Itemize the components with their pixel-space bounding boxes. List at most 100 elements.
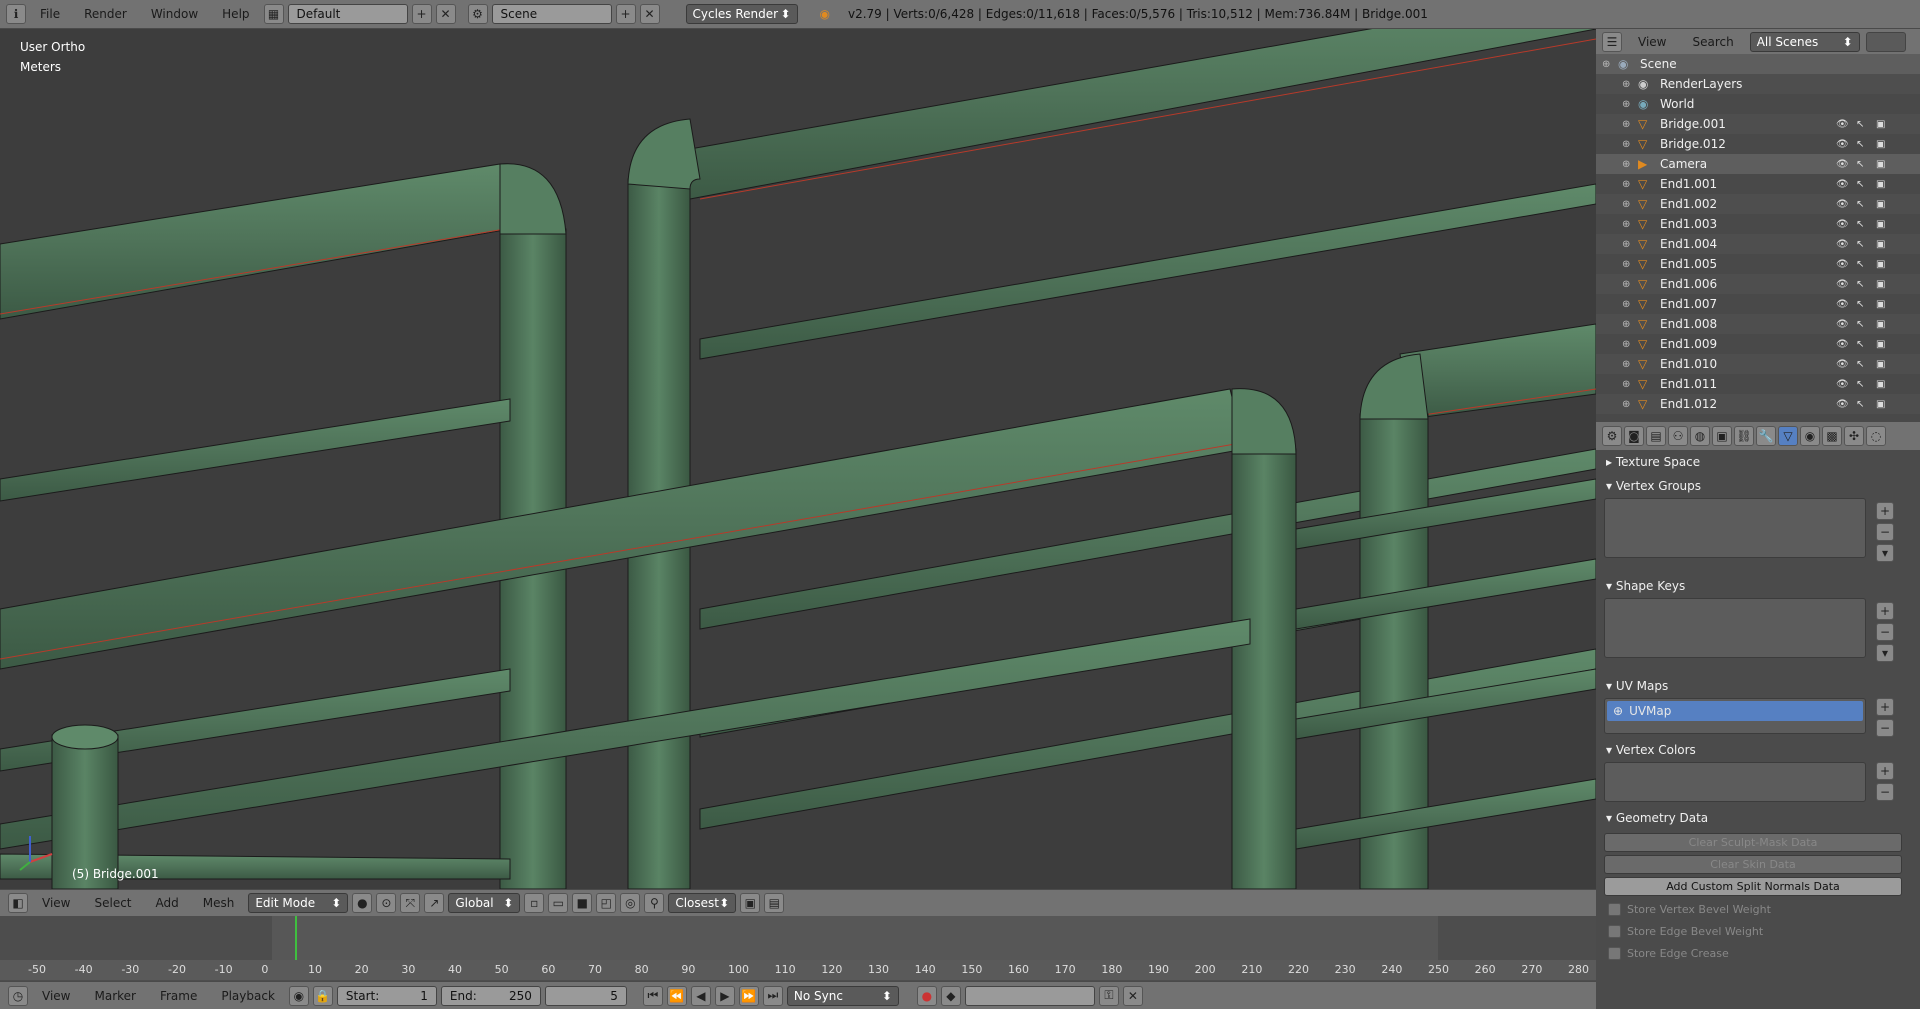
cursor-icon[interactable]: ↖: [1856, 219, 1864, 230]
shading-icon[interactable]: ●: [352, 893, 373, 913]
expand-icon[interactable]: ⊕: [1622, 299, 1630, 310]
cursor-icon[interactable]: ↖: [1856, 279, 1864, 290]
add-split-normals-button[interactable]: Add Custom Split Normals Data: [1604, 877, 1902, 896]
tab-constraints-icon[interactable]: ⛓: [1734, 426, 1754, 446]
sync-select[interactable]: No Sync ⬍: [786, 985, 899, 1006]
menu-file[interactable]: File: [30, 3, 70, 25]
properties-editor-icon[interactable]: ⚙: [1602, 426, 1622, 446]
outliner-row[interactable]: ⊕ ▽ Bridge.001 👁 ↖ ▣: [1596, 114, 1920, 134]
eye-icon[interactable]: 👁: [1836, 279, 1849, 290]
expand-icon[interactable]: ⊕: [1622, 219, 1630, 230]
eye-icon[interactable]: 👁: [1836, 219, 1849, 230]
render-icon[interactable]: ▣: [1876, 279, 1885, 290]
jump-end-icon[interactable]: ⏭: [762, 985, 783, 1006]
cursor-icon[interactable]: ↖: [1856, 159, 1864, 170]
outliner-row[interactable]: ⊕ ▽ End1.004 👁 ↖ ▣: [1596, 234, 1920, 254]
outliner-search-field[interactable]: [1865, 31, 1906, 52]
tab-world-icon[interactable]: ◍: [1690, 426, 1710, 446]
outliner-row[interactable]: ⊕ ▽ End1.009 👁 ↖ ▣: [1596, 334, 1920, 354]
eye-icon[interactable]: 👁: [1836, 199, 1849, 210]
eye-icon[interactable]: 👁: [1836, 159, 1849, 170]
tab-texture-icon[interactable]: ▩: [1822, 426, 1842, 446]
info-editor-icon[interactable]: ℹ: [6, 4, 26, 24]
outliner-item-label[interactable]: End1.006: [1660, 277, 1717, 291]
panel-geometry-data[interactable]: ▾ Geometry Data: [1596, 806, 1920, 830]
tab-physics-icon[interactable]: ◌: [1866, 426, 1886, 446]
add-vertex-color-button[interactable]: +: [1876, 762, 1894, 780]
eye-icon[interactable]: 👁: [1836, 299, 1849, 310]
expand-icon[interactable]: ⊕: [1622, 319, 1630, 330]
tab-material-icon[interactable]: ◉: [1800, 426, 1820, 446]
camera-view-icon[interactable]: ▤: [764, 893, 785, 913]
outliner-row[interactable]: ⊕ ▽ End1.001 👁 ↖ ▣: [1596, 174, 1920, 194]
expand-icon[interactable]: ⊕: [1622, 179, 1630, 190]
outliner-row[interactable]: ⊕ ▽ End1.012 👁 ↖ ▣: [1596, 394, 1920, 414]
eye-icon[interactable]: 👁: [1836, 379, 1849, 390]
outliner-row[interactable]: ⊕ ▽ End1.011 👁 ↖ ▣: [1596, 374, 1920, 394]
vertex-groups-list[interactable]: [1604, 498, 1866, 558]
play-reverse-icon[interactable]: ◀: [690, 985, 711, 1006]
eye-icon[interactable]: 👁: [1836, 399, 1849, 410]
render-icon[interactable]: ▣: [1876, 319, 1885, 330]
delete-key-icon[interactable]: ✕: [1122, 985, 1143, 1006]
edge-select-icon[interactable]: ▭: [548, 893, 569, 913]
eye-icon[interactable]: 👁: [1836, 139, 1849, 150]
render-preview-icon[interactable]: ▣: [740, 893, 761, 913]
render-icon[interactable]: ▣: [1876, 399, 1885, 410]
render-icon[interactable]: ▣: [1876, 299, 1885, 310]
translate-icon[interactable]: ↗: [424, 893, 445, 913]
panel-uv-maps[interactable]: ▾ UV Maps: [1596, 674, 1920, 698]
outliner-item-label[interactable]: End1.003: [1660, 217, 1717, 231]
remove-layout-icon[interactable]: ✕: [435, 4, 456, 24]
expand-icon[interactable]: ⊕: [1622, 159, 1630, 170]
remove-vertex-group-button[interactable]: −: [1876, 523, 1894, 541]
store-edge-bevel-checkbox[interactable]: Store Edge Bevel Weight: [1608, 922, 1920, 940]
layout-field[interactable]: Default: [287, 4, 408, 24]
outliner-menu-view[interactable]: View: [1628, 31, 1676, 53]
outliner-row[interactable]: ⊕ ▶ Camera 👁 ↖ ▣: [1596, 154, 1920, 174]
cursor-icon[interactable]: ↖: [1856, 399, 1864, 410]
outliner-row[interactable]: ⊕ ▽ End1.007 👁 ↖ ▣: [1596, 294, 1920, 314]
keying-set-field[interactable]: [964, 985, 1095, 1006]
cursor-icon[interactable]: ↖: [1856, 359, 1864, 370]
current-frame-marker[interactable]: [294, 916, 297, 960]
tab-particles-icon[interactable]: ✣: [1844, 426, 1864, 446]
insert-key-icon[interactable]: ⚿: [1098, 985, 1119, 1006]
render-icon[interactable]: ▣: [1876, 259, 1885, 270]
snap-target-select[interactable]: Closest ⬍: [668, 893, 737, 913]
add-vertex-group-button[interactable]: +: [1876, 502, 1894, 520]
render-icon[interactable]: ▣: [1876, 139, 1885, 150]
outliner-item-label[interactable]: World: [1660, 97, 1694, 111]
outliner-row[interactable]: ⊕ ▽ End1.005 👁 ↖ ▣: [1596, 254, 1920, 274]
mode-select[interactable]: Edit Mode ⬍: [248, 893, 349, 913]
render-icon[interactable]: ▣: [1876, 179, 1885, 190]
vertex-group-menu-button[interactable]: ▾: [1876, 544, 1894, 562]
manipulator-icon[interactable]: ⤧: [400, 893, 421, 913]
outliner-row[interactable]: ⊕ ▽ End1.002 👁 ↖ ▣: [1596, 194, 1920, 214]
outliner-row[interactable]: ⊕ ▽ Bridge.012 👁 ↖ ▣: [1596, 134, 1920, 154]
next-key-icon[interactable]: ⏩: [738, 985, 759, 1006]
eye-icon[interactable]: 👁: [1836, 179, 1849, 190]
tab-render-icon[interactable]: ◙: [1624, 426, 1644, 446]
expand-icon[interactable]: ⊕: [1622, 379, 1630, 390]
layout-grid-icon[interactable]: ▦: [263, 4, 284, 24]
panel-texture-space[interactable]: ▸ Texture Space: [1596, 450, 1920, 474]
outliner-item-label[interactable]: End1.007: [1660, 297, 1717, 311]
expand-icon[interactable]: ⊕: [1622, 99, 1630, 110]
outliner-row[interactable]: ⊕ ▽ End1.003 👁 ↖ ▣: [1596, 214, 1920, 234]
add-shape-key-button[interactable]: +: [1876, 602, 1894, 620]
tl-menu-view[interactable]: View: [32, 985, 80, 1007]
expand-icon[interactable]: ⊕: [1622, 279, 1630, 290]
vertex-select-icon[interactable]: ▫: [524, 893, 545, 913]
jump-start-icon[interactable]: ⏮: [642, 985, 663, 1006]
pivot-icon[interactable]: ⊙: [376, 893, 397, 913]
outliner-row[interactable]: ⊕ ◉ World: [1596, 94, 1920, 114]
render-icon[interactable]: ▣: [1876, 199, 1885, 210]
expand-icon[interactable]: ⊕: [1622, 259, 1630, 270]
checkbox-box[interactable]: [1608, 924, 1621, 938]
eye-icon[interactable]: 👁: [1836, 239, 1849, 250]
render-icon[interactable]: ▣: [1876, 339, 1885, 350]
store-edge-crease-checkbox[interactable]: Store Edge Crease: [1608, 944, 1920, 962]
outliner-item-label[interactable]: End1.008: [1660, 317, 1717, 331]
outliner-row[interactable]: ⊕ ▽ End1.008 👁 ↖ ▣: [1596, 314, 1920, 334]
